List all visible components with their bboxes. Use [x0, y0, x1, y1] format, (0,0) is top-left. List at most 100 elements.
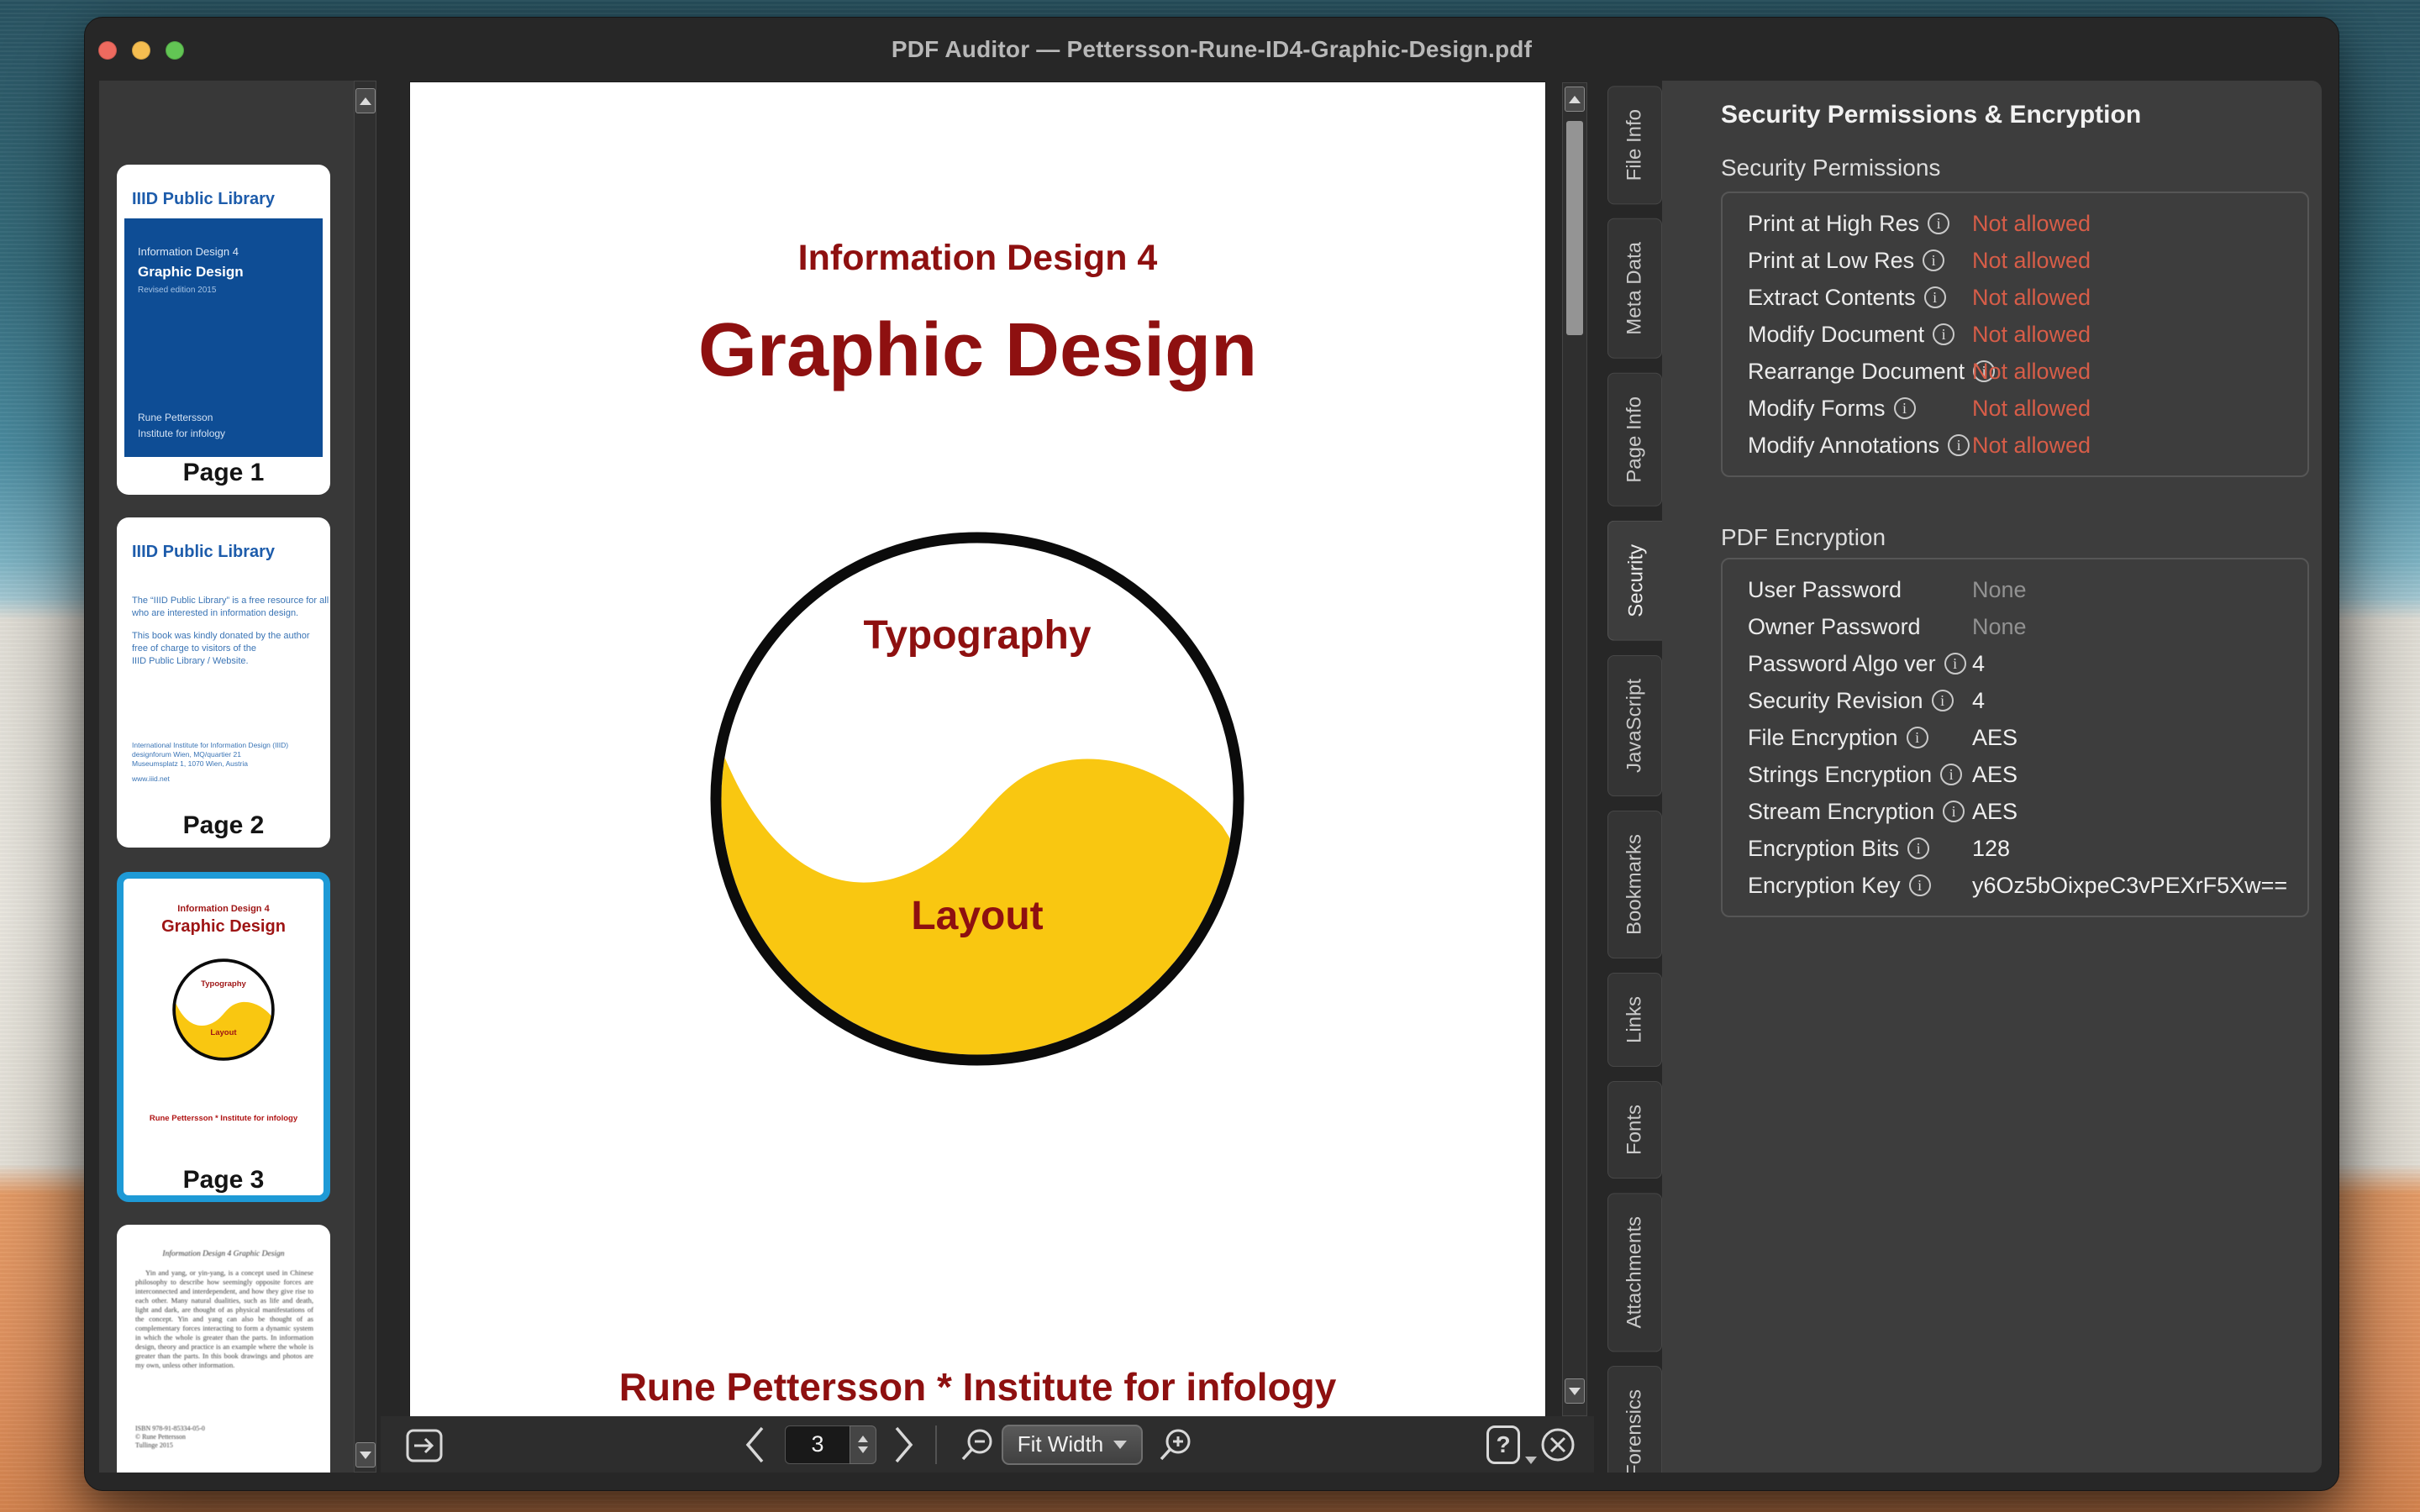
row-value: AES	[1972, 799, 2018, 825]
app-window: PDF Auditor — Pettersson-Rune-ID4-Graphi…	[84, 17, 2339, 1491]
zoom-out-button[interactable]	[957, 1425, 996, 1464]
window-titlebar: PDF Auditor — Pettersson-Rune-ID4-Graphi…	[85, 18, 2338, 81]
info-icon[interactable]: i	[1948, 434, 1970, 456]
thumb1-series: Information Design 4	[138, 245, 239, 258]
info-icon[interactable]: i	[1943, 801, 1965, 822]
tab-meta-data[interactable]: Meta Data	[1607, 218, 1662, 359]
open-file-button[interactable]	[404, 1425, 445, 1464]
sidebar-scrollbar[interactable]	[354, 81, 376, 1473]
thumbnail-page-3-selected[interactable]: Information Design 4 Graphic Design Typo…	[117, 872, 330, 1202]
viewer-toolbar: 3 Fit Width	[381, 1416, 1594, 1473]
tab-bookmarks[interactable]: Bookmarks	[1607, 811, 1662, 958]
previous-page-button[interactable]	[744, 1425, 765, 1465]
desktop-wallpaper: PDF Auditor — Pettersson-Rune-ID4-Graphi…	[0, 0, 2420, 1512]
encryption-row: Password Algo veri4	[1723, 645, 2307, 682]
row-value: AES	[1972, 762, 2018, 788]
encryption-box: User PasswordNoneOwner PasswordNonePassw…	[1721, 558, 2309, 917]
row-label: Print at Low Resi	[1748, 248, 1944, 274]
page-series-title: Information Design 4	[410, 238, 1545, 279]
row-label: Security Revisioni	[1748, 688, 1954, 714]
circle-top-label: Typography	[705, 612, 1249, 659]
thumb2-paragraph-2: This book was kindly donated by the auth…	[132, 630, 310, 668]
page-main-title: Graphic Design	[410, 307, 1545, 394]
row-label: User Password	[1748, 577, 1902, 603]
tab-javascript[interactable]: JavaScript	[1607, 655, 1662, 796]
page-number-input[interactable]: 3	[785, 1425, 850, 1464]
zoom-in-icon	[1155, 1425, 1194, 1464]
up-arrow-icon	[360, 97, 371, 105]
info-icon[interactable]: i	[1909, 874, 1931, 896]
encryption-row: Encryption Bitsi128	[1723, 830, 2307, 867]
viewer-scroll-up-button[interactable]	[1565, 87, 1585, 112]
circle-bottom-label: Layout	[705, 893, 1249, 939]
info-icon[interactable]: i	[1933, 323, 1954, 345]
thumb2-label: Page 2	[117, 811, 330, 840]
toolbar-separator	[935, 1425, 937, 1464]
permission-row: Modify DocumentiNot allowed	[1723, 316, 2307, 353]
yinyang-icon	[705, 527, 1249, 1071]
thumb3-title: Graphic Design	[124, 917, 324, 937]
close-circle-icon	[1539, 1425, 1577, 1464]
info-icon[interactable]: i	[1944, 653, 1966, 675]
help-button[interactable]: ?	[1486, 1425, 1520, 1464]
thumb1-cover: Information Design 4 Graphic Design Revi…	[124, 218, 323, 457]
thumb4-heading: Information Design 4 Graphic Design	[117, 1250, 330, 1258]
tab-security[interactable]: Security	[1607, 521, 1662, 641]
info-icon[interactable]: i	[1907, 727, 1928, 748]
encryption-section-title: PDF Encryption	[1721, 524, 1886, 551]
stepper-down-icon[interactable]	[858, 1446, 868, 1453]
viewer-scroll-down-button[interactable]	[1565, 1378, 1585, 1404]
thumbnail-page-4[interactable]: Information Design 4 Graphic Design Yin …	[117, 1225, 330, 1473]
thumb3-series: Information Design 4	[124, 904, 324, 914]
sidebar-scroll-up-button[interactable]	[355, 88, 376, 113]
close-panel-button[interactable]	[1539, 1425, 1577, 1464]
info-icon[interactable]: i	[1907, 837, 1929, 859]
row-label: Strings Encryptioni	[1748, 762, 1962, 788]
thumb3-footer: Rune Pettersson * Institute for infology	[124, 1114, 324, 1123]
thumbnail-page-2[interactable]: IIID Public Library The “IIID Public Lib…	[117, 517, 330, 848]
info-icon[interactable]: i	[1932, 690, 1954, 711]
row-value: y6Oz5bOixpeC3vPEXrF5Xw==	[1972, 873, 2287, 899]
info-icon[interactable]: i	[1923, 249, 1944, 271]
thumb3-circle-top-label: Typography	[171, 979, 276, 989]
row-value: Not allowed	[1972, 285, 2091, 311]
row-label: Encryption Bitsi	[1748, 836, 1929, 862]
info-icon[interactable]: i	[1924, 286, 1946, 308]
permission-row: Modify AnnotationsiNot allowed	[1723, 427, 2307, 464]
tab-attachments[interactable]: Attachments	[1607, 1193, 1662, 1352]
page-number-stepper[interactable]	[850, 1425, 876, 1464]
tab-forensics[interactable]: Forensics	[1607, 1366, 1662, 1473]
permission-row: Rearrange DocumentiNot allowed	[1723, 353, 2307, 390]
encryption-row: Owner PasswordNone	[1723, 608, 2307, 645]
permission-row: Extract ContentsiNot allowed	[1723, 279, 2307, 316]
info-icon[interactable]: i	[1940, 764, 1962, 785]
tab-fonts[interactable]: Fonts	[1607, 1081, 1662, 1179]
stepper-up-icon[interactable]	[858, 1436, 868, 1442]
tab-file-info[interactable]: File Info	[1607, 86, 1662, 204]
tab-page-info[interactable]: Page Info	[1607, 373, 1662, 507]
encryption-row: File EncryptioniAES	[1723, 719, 2307, 756]
row-label: Stream Encryptioni	[1748, 799, 1965, 825]
info-icon[interactable]: i	[1928, 213, 1949, 234]
info-icon[interactable]: i	[1894, 397, 1916, 419]
row-label: File Encryptioni	[1748, 725, 1928, 751]
open-file-icon	[404, 1425, 445, 1464]
row-label: Modify Documenti	[1748, 322, 1954, 348]
row-label: Owner Password	[1748, 614, 1921, 640]
row-value: 4	[1972, 651, 1985, 677]
next-page-button[interactable]	[893, 1425, 915, 1465]
thumbnail-page-1[interactable]: IIID Public Library Information Design 4…	[117, 165, 330, 495]
chevron-down-icon	[1113, 1441, 1127, 1449]
viewer-scrollbar-thumb[interactable]	[1566, 121, 1583, 335]
zoom-mode-dropdown[interactable]: Fit Width	[1002, 1425, 1143, 1465]
inspector-tab-strip: File Info Meta Data Page Info Security JavaS…	[1607, 86, 1662, 1473]
row-value: Not allowed	[1972, 359, 2091, 385]
row-label: Password Algo veri	[1748, 651, 1966, 677]
thumb3-yinyang-figure: Typography Layout	[171, 958, 276, 1062]
down-arrow-icon	[1569, 1388, 1581, 1395]
zoom-in-button[interactable]	[1155, 1425, 1194, 1464]
sidebar-scroll-down-button[interactable]	[355, 1442, 376, 1467]
tab-links[interactable]: Links	[1607, 973, 1662, 1067]
row-value: Not allowed	[1972, 248, 2091, 274]
viewer-scrollbar[interactable]	[1562, 82, 1587, 1416]
